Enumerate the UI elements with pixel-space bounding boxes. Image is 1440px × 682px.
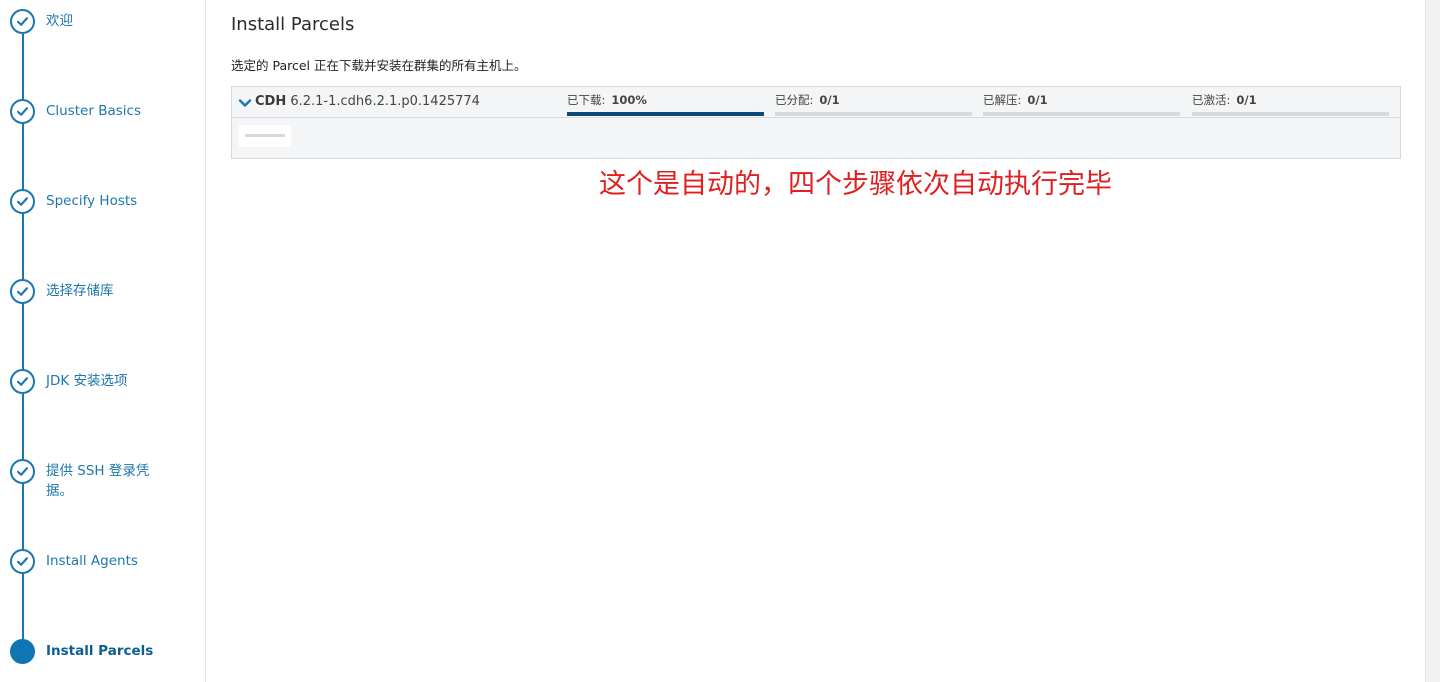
parcel-row: CDH 6.2.1-1.cdh6.2.1.p0.1425774 已下载: 100%… — [232, 87, 1400, 118]
stage-label: 已解压: — [983, 93, 1022, 107]
stage-activated: 已激活: 0/1 — [1192, 92, 1389, 116]
step-label: Install Parcels — [46, 643, 154, 659]
progress-bar — [1192, 112, 1389, 116]
vertical-scrollbar[interactable] — [1425, 0, 1440, 682]
step-label: Specify Hosts — [46, 193, 138, 209]
step-label: Install Agents — [46, 553, 138, 569]
step-specify-hosts[interactable]: Specify Hosts — [10, 189, 200, 214]
step-label: 欢迎 — [46, 13, 73, 29]
parcel-name: CDH 6.2.1-1.cdh6.2.1.p0.1425774 — [255, 94, 480, 109]
stage-label: 已下载: — [567, 93, 606, 107]
step-label: JDK 安装选项 — [46, 373, 128, 389]
page-description: 选定的 Parcel 正在下载并安装在群集的所有主机上。 — [231, 58, 527, 73]
stage-value: 0/1 — [819, 93, 840, 107]
check-icon — [10, 369, 35, 394]
step-select-repository[interactable]: 选择存储库 — [10, 279, 200, 304]
wizard-steps-sidebar: 欢迎 Cluster Basics Specify Hosts 选择存储库 JD… — [0, 0, 206, 682]
step-label: 选择存储库 — [46, 283, 114, 299]
check-icon — [10, 279, 35, 304]
step-install-parcels[interactable]: Install Parcels — [10, 639, 200, 664]
progress-fill — [567, 112, 764, 116]
stage-label: 已分配: — [775, 93, 814, 107]
stage-label: 已激活: — [1192, 93, 1231, 107]
step-label: Cluster Basics — [46, 103, 141, 119]
stage-value: 0/1 — [1236, 93, 1257, 107]
current-step-dot-icon — [10, 639, 35, 664]
step-ssh-credentials[interactable]: 提供 SSH 登录凭据。 — [10, 459, 200, 501]
check-icon — [10, 99, 35, 124]
progress-bar — [775, 112, 972, 116]
progress-bar — [567, 112, 764, 116]
step-install-agents[interactable]: Install Agents — [10, 549, 200, 574]
stage-value: 0/1 — [1027, 93, 1048, 107]
stage-downloaded: 已下载: 100% — [567, 92, 764, 116]
stage-value: 100% — [611, 93, 647, 107]
main-content: Install Parcels 选定的 Parcel 正在下载并安装在群集的所有… — [207, 0, 1425, 682]
stage-distributed: 已分配: 0/1 — [775, 92, 972, 116]
host-placeholder — [239, 125, 291, 147]
progress-bar — [983, 112, 1180, 116]
check-icon — [10, 549, 35, 574]
parcel-panel: CDH 6.2.1-1.cdh6.2.1.p0.1425774 已下载: 100%… — [231, 86, 1401, 159]
parcel-product: CDH — [255, 94, 287, 109]
chevron-down-icon[interactable] — [238, 95, 252, 109]
parcel-version: 6.2.1-1.cdh6.2.1.p0.1425774 — [290, 94, 480, 109]
placeholder-dash — [245, 134, 285, 137]
page-title: Install Parcels — [231, 14, 355, 35]
check-icon — [10, 9, 35, 34]
step-welcome[interactable]: 欢迎 — [10, 9, 200, 34]
red-annotation-text: 这个是自动的，四个步骤依次自动执行完毕 — [599, 169, 1112, 200]
stage-unpacked: 已解压: 0/1 — [983, 92, 1180, 116]
step-jdk-options[interactable]: JDK 安装选项 — [10, 369, 200, 394]
check-icon — [10, 189, 35, 214]
check-icon — [10, 459, 35, 484]
step-cluster-basics[interactable]: Cluster Basics — [10, 99, 200, 124]
step-label: 提供 SSH 登录凭据。 — [46, 463, 150, 499]
